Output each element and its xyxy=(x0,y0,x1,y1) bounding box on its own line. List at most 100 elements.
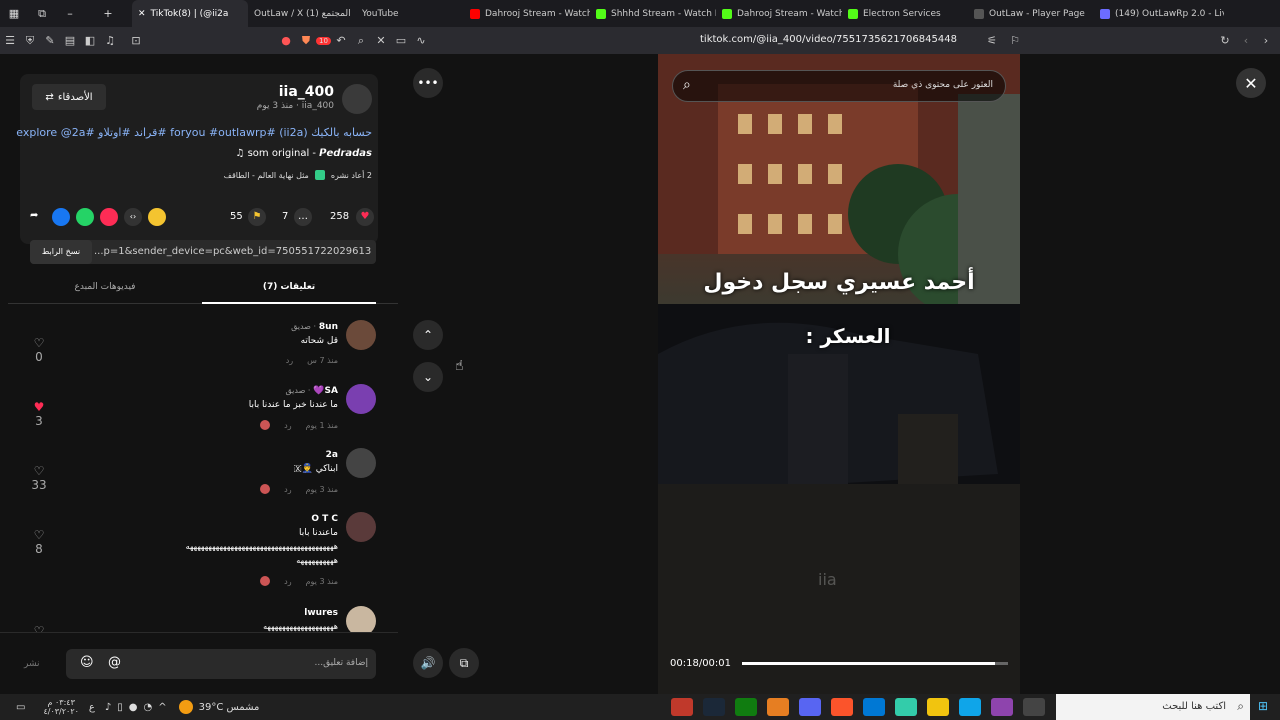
tab-dahrooj-2[interactable]: Dahrooj Stream - Watch L xyxy=(716,0,842,27)
wallet-icon[interactable]: ▤ xyxy=(60,34,80,47)
chevron-down-icon[interactable]: ⌄ xyxy=(413,362,443,392)
sidebar-icon[interactable]: ◧ xyxy=(80,34,100,47)
discord-icon[interactable] xyxy=(799,698,821,716)
new-tab-button[interactable]: + xyxy=(84,7,132,20)
address-bar[interactable]: tiktok.com/@iia_400/video/75517356217068… xyxy=(700,34,957,45)
send-icon[interactable] xyxy=(100,208,118,226)
close-icon[interactable]: ✕ xyxy=(1236,68,1266,98)
tab-creator-videos[interactable]: فيديوهات المبدع xyxy=(8,282,202,292)
tab-comments[interactable]: تعليقات (7) xyxy=(202,282,376,304)
tab-outlawrp[interactable]: (149) OutLawRp 2.0 - Live xyxy=(1094,0,1224,27)
screenshot-icon[interactable]: ⊡ xyxy=(126,34,146,47)
whatsapp-icon[interactable] xyxy=(76,208,94,226)
avatar[interactable] xyxy=(342,84,372,114)
windows-start-icon[interactable]: ⊞ xyxy=(1258,699,1268,713)
tab-electron[interactable]: Electron Services xyxy=(842,0,968,27)
friends-button[interactable]: ⇄ الأصدقاء xyxy=(32,84,106,110)
language-indicator[interactable]: ع xyxy=(89,702,95,713)
comment-author[interactable]: 2a xyxy=(326,450,338,460)
comment-author[interactable]: lwures xyxy=(304,608,338,618)
reply-button[interactable]: رد xyxy=(284,421,291,430)
comment-like[interactable]: ♡ 8 xyxy=(28,528,50,556)
extension-icon[interactable]: ● xyxy=(276,34,296,47)
back-icon[interactable]: ‹ xyxy=(1236,34,1256,47)
mic-icon[interactable]: ● xyxy=(129,702,138,713)
tune-icon[interactable]: ⚟ xyxy=(982,34,1002,47)
brave-icon[interactable] xyxy=(831,698,853,716)
effect-label[interactable]: مثل نهاية العالم - الطاقف xyxy=(224,171,309,180)
brave-shield-icon[interactable]: ⛊ xyxy=(296,34,316,48)
comment-like[interactable]: ♡ 33 xyxy=(28,464,50,492)
app-icon[interactable] xyxy=(767,698,789,716)
xbox-icon[interactable] xyxy=(735,698,757,716)
speaker-icon[interactable]: ♪ xyxy=(105,702,111,713)
minimize-tab-icon[interactable]: – xyxy=(56,7,84,20)
tab-actions-icon[interactable]: ⧉ xyxy=(28,7,56,21)
shield-icon[interactable]: ⛨ xyxy=(20,34,40,48)
share-link[interactable]: ...p=1&sender_device=pc&web_id=750551722… xyxy=(94,246,372,257)
bookmark-icon[interactable]: ⚑ xyxy=(248,208,266,226)
comment-author[interactable]: SA💜 xyxy=(313,386,338,396)
notification-icon[interactable]: ▭ xyxy=(16,702,25,713)
translate-icon[interactable]: ✕ xyxy=(371,34,391,47)
cast-icon[interactable]: ▭ xyxy=(391,34,411,47)
search-icon[interactable]: ⌕ xyxy=(351,34,371,48)
wifi-icon[interactable]: ◔ xyxy=(144,702,153,713)
emoji-icon[interactable]: ☺ xyxy=(80,655,94,670)
copy-link-button[interactable]: نسخ الرابط xyxy=(30,240,92,264)
heart-icon[interactable]: ♥ xyxy=(356,208,374,226)
music-icon[interactable]: ♫ xyxy=(100,34,120,47)
bookmark-icon[interactable]: ⚐ xyxy=(1005,34,1025,47)
comment-author[interactable]: 8un xyxy=(319,322,338,332)
forward-icon[interactable]: › xyxy=(1256,34,1276,47)
volume-icon[interactable]: 🔊 xyxy=(413,648,443,678)
copilot-icon[interactable] xyxy=(991,698,1013,716)
app-icon[interactable] xyxy=(671,698,693,716)
mention-icon[interactable]: @ xyxy=(108,655,121,670)
reload-icon[interactable]: ↻ xyxy=(1215,34,1235,47)
search-icon[interactable]: ⌕ xyxy=(683,77,691,93)
weather-label[interactable]: 39°C مشمس xyxy=(199,702,260,713)
comment-icon[interactable]: … xyxy=(294,208,312,226)
facebook-icon[interactable] xyxy=(52,208,70,226)
repost-icon[interactable] xyxy=(148,208,166,226)
scribble-icon[interactable]: ∿ xyxy=(411,34,431,47)
sidebar-toggle-icon[interactable]: ▦ xyxy=(0,7,28,20)
tab-youtube[interactable]: YouTube xyxy=(356,0,464,27)
comment-input[interactable]: إضافة تعليق... ☺ @ xyxy=(66,649,376,679)
caption[interactable]: حسابه بالكيك (ii2a) #foryou #outlawrp #ق… xyxy=(16,126,372,139)
store-icon[interactable] xyxy=(895,698,917,716)
username[interactable]: iia_400 xyxy=(279,84,334,100)
post-button[interactable]: نشر xyxy=(24,659,40,669)
comment-author[interactable]: O T C xyxy=(311,514,338,524)
comment-like[interactable]: ♡ 0 xyxy=(28,336,50,364)
steam-icon[interactable] xyxy=(703,698,725,716)
clock[interactable]: ٠٣:٤٣ م ٤/٠٣/٢٠٢٠ xyxy=(43,698,78,716)
outlook-icon[interactable] xyxy=(863,698,885,716)
comment-like[interactable]: ♥ 3 xyxy=(28,400,50,428)
progress-track[interactable] xyxy=(742,662,1008,665)
pen-icon[interactable]: ✎ xyxy=(40,34,60,47)
video-player[interactable]: ⌕ العثور على محتوى ذي صلة أحمد عسيري سجل… xyxy=(658,54,1020,694)
avatar[interactable] xyxy=(346,512,376,542)
reply-button[interactable]: رد xyxy=(284,577,291,586)
avatar[interactable] xyxy=(346,448,376,478)
chevron-up-icon[interactable]: ^ xyxy=(158,702,166,713)
task-view-icon[interactable] xyxy=(1023,698,1045,716)
pip-icon[interactable]: ⧉ xyxy=(449,648,479,678)
embed-icon[interactable]: ‹› xyxy=(124,208,142,226)
chevron-up-icon[interactable]: ⌃ xyxy=(413,320,443,350)
more-options-icon[interactable]: ••• xyxy=(413,68,443,98)
close-icon[interactable]: ✕ xyxy=(138,9,146,19)
reply-button[interactable]: رد xyxy=(286,356,293,365)
share-arrow-icon[interactable]: ➦ xyxy=(30,210,38,221)
battery-icon[interactable]: ▯ xyxy=(117,702,123,713)
share-icon[interactable]: ↶ xyxy=(331,34,351,47)
folder-icon[interactable] xyxy=(927,698,949,716)
tab-tiktok[interactable]: ✕ TikTok(8) | (@ii2a xyxy=(132,0,248,27)
sound[interactable]: som original - 𝙋𝙚𝙙𝙧𝙖𝙙𝙖𝙨 ♫ xyxy=(235,148,372,159)
menu-icon[interactable]: ☰ xyxy=(0,34,20,47)
avatar[interactable] xyxy=(346,384,376,414)
reply-button[interactable]: رد xyxy=(284,485,291,494)
edge-icon[interactable] xyxy=(959,698,981,716)
